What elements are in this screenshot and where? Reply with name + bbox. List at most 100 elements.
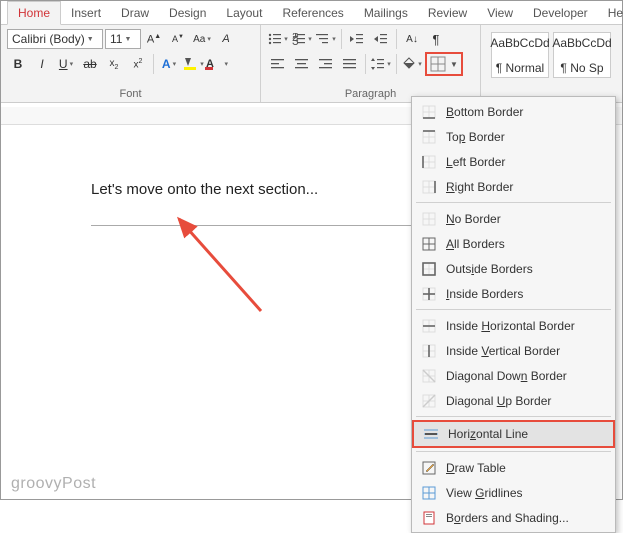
superscript-button[interactable]: x2 xyxy=(127,53,149,75)
numbering-icon[interactable]: 123▾ xyxy=(291,28,313,50)
tab-mailings[interactable]: Mailings xyxy=(354,2,418,24)
menu-item-top-border[interactable]: Top Border xyxy=(412,124,615,149)
chevron-down-icon: ▼ xyxy=(448,60,460,69)
menu-item-diagonal-down-border: Diagonal Down Border xyxy=(412,363,615,388)
menu-item-label: Top Border xyxy=(446,130,505,144)
menu-item-label: No Border xyxy=(446,212,501,226)
strike-button[interactable]: ab xyxy=(79,53,101,75)
line-spacing-icon[interactable]: ▾ xyxy=(370,53,392,75)
group-styles: AaBbCcDd¶ NormalAaBbCcDd¶ No Sp xyxy=(481,25,621,102)
grid-border-icon xyxy=(420,484,438,502)
dlg-border-icon xyxy=(420,509,438,527)
svg-text:3: 3 xyxy=(292,34,299,45)
font-size-combo[interactable]: 11▼ xyxy=(105,29,141,49)
menu-item-inside-borders[interactable]: Inside Borders xyxy=(412,281,615,306)
menu-item-outside-borders[interactable]: Outside Borders xyxy=(412,256,615,281)
menu-item-label: Diagonal Up Border xyxy=(446,394,551,408)
menu-item-left-border[interactable]: Left Border xyxy=(412,149,615,174)
text-effects-icon[interactable]: A▾ xyxy=(158,53,180,75)
menu-item-borders-and-shading-[interactable]: Borders and Shading... xyxy=(412,505,615,530)
menu-item-inside-vertical-border[interactable]: Inside Vertical Border xyxy=(412,338,615,363)
align-center-icon[interactable] xyxy=(291,53,313,75)
multilevel-icon[interactable]: ▾ xyxy=(315,28,337,50)
sort-icon[interactable]: A↓ xyxy=(401,28,423,50)
menu-item-view-gridlines[interactable]: View Gridlines xyxy=(412,480,615,505)
borders-dropdown-menu: Bottom Border Top Border Left Border Right … xyxy=(411,96,616,533)
tab-review[interactable]: Review xyxy=(418,2,477,24)
iv-border-icon xyxy=(420,342,438,360)
italic-button[interactable]: I xyxy=(31,53,53,75)
justify-icon[interactable] xyxy=(339,53,361,75)
style-card-1[interactable]: AaBbCcDd¶ No Sp xyxy=(553,32,611,78)
borders-split-button[interactable]: ▼ xyxy=(425,52,463,76)
increase-font-icon[interactable]: A▲ xyxy=(143,28,165,50)
menu-item-label: Inside Borders xyxy=(446,287,523,301)
none-border-icon xyxy=(420,210,438,228)
hr-border-icon xyxy=(422,425,440,443)
borders-icon xyxy=(428,54,448,74)
subscript-button[interactable]: x2 xyxy=(103,53,125,75)
tab-references[interactable]: References xyxy=(272,2,353,24)
font-group-label: Font xyxy=(7,87,254,100)
group-paragraph: ▾ 123▾ ▾ A↓ ¶ ▾ ▾ xyxy=(261,25,481,102)
du-border-icon xyxy=(420,392,438,410)
horizontal-line xyxy=(91,225,421,226)
menu-item-horizontal-line[interactable]: Horizontal Line xyxy=(412,420,615,448)
top-border-icon xyxy=(420,128,438,146)
tab-insert[interactable]: Insert xyxy=(61,2,111,24)
bold-button[interactable]: B xyxy=(7,53,29,75)
font-color-icon[interactable]: A▾ xyxy=(206,53,228,75)
bullets-icon[interactable]: ▾ xyxy=(267,28,289,50)
font-name-combo[interactable]: Calibri (Body)▼ xyxy=(7,29,103,49)
tab-developer[interactable]: Developer xyxy=(523,2,598,24)
menu-item-all-borders[interactable]: All Borders xyxy=(412,231,615,256)
right-border-icon xyxy=(420,178,438,196)
menu-item-no-border[interactable]: No Border xyxy=(412,206,615,231)
all-border-icon xyxy=(420,235,438,253)
decrease-indent-icon[interactable] xyxy=(346,28,368,50)
tab-design[interactable]: Design xyxy=(159,2,216,24)
clear-format-icon[interactable]: A xyxy=(215,28,237,50)
align-left-icon[interactable] xyxy=(267,53,289,75)
ribbon: Calibri (Body)▼ 11▼ A▲ A▼ Aa▾ A B I U▾ a… xyxy=(1,25,622,103)
menu-item-label: Right Border xyxy=(446,180,513,194)
menu-item-inside-horizontal-border[interactable]: Inside Horizontal Border xyxy=(412,313,615,338)
menu-item-right-border[interactable]: Right Border xyxy=(412,174,615,199)
document-text: Let's move onto the next section... xyxy=(91,181,318,198)
decrease-font-icon[interactable]: A▼ xyxy=(167,28,189,50)
tab-view[interactable]: View xyxy=(477,2,523,24)
ih-border-icon xyxy=(420,317,438,335)
left-border-icon xyxy=(420,153,438,171)
inside-border-icon xyxy=(420,285,438,303)
menu-item-label: Horizontal Line xyxy=(448,427,528,441)
bottom-border-icon xyxy=(420,103,438,121)
menu-item-label: Diagonal Down Border xyxy=(446,369,567,383)
tab-layout[interactable]: Layout xyxy=(216,2,272,24)
menu-item-label: View Gridlines xyxy=(446,486,523,500)
shading-icon[interactable]: ▾ xyxy=(401,53,423,75)
menu-item-draw-table[interactable]: Draw Table xyxy=(412,455,615,480)
ribbon-tabs: HomeInsertDrawDesignLayoutReferencesMail… xyxy=(1,1,622,25)
underline-button[interactable]: U▾ xyxy=(55,53,77,75)
group-font: Calibri (Body)▼ 11▼ A▲ A▼ Aa▾ A B I U▾ a… xyxy=(1,25,261,102)
highlight-icon[interactable]: ▾ xyxy=(182,53,204,75)
increase-indent-icon[interactable] xyxy=(370,28,392,50)
tab-draw[interactable]: Draw xyxy=(111,2,159,24)
menu-item-label: Left Border xyxy=(446,155,505,169)
outside-border-icon xyxy=(420,260,438,278)
change-case-icon[interactable]: Aa▾ xyxy=(191,28,213,50)
menu-item-label: Inside Horizontal Border xyxy=(446,319,575,333)
align-right-icon[interactable] xyxy=(315,53,337,75)
tab-home[interactable]: Home xyxy=(7,1,61,25)
dd-border-icon xyxy=(420,367,438,385)
watermark: groovyPost xyxy=(11,475,96,493)
menu-item-label: All Borders xyxy=(446,237,505,251)
menu-item-label: Borders and Shading... xyxy=(446,511,569,525)
menu-item-bottom-border[interactable]: Bottom Border xyxy=(412,99,615,124)
menu-item-diagonal-up-border: Diagonal Up Border xyxy=(412,388,615,413)
draw-border-icon xyxy=(420,459,438,477)
show-marks-icon[interactable]: ¶ xyxy=(425,28,447,50)
tab-help[interactable]: Help xyxy=(598,2,623,24)
menu-item-label: Bottom Border xyxy=(446,105,523,119)
style-card-0[interactable]: AaBbCcDd¶ Normal xyxy=(491,32,549,78)
